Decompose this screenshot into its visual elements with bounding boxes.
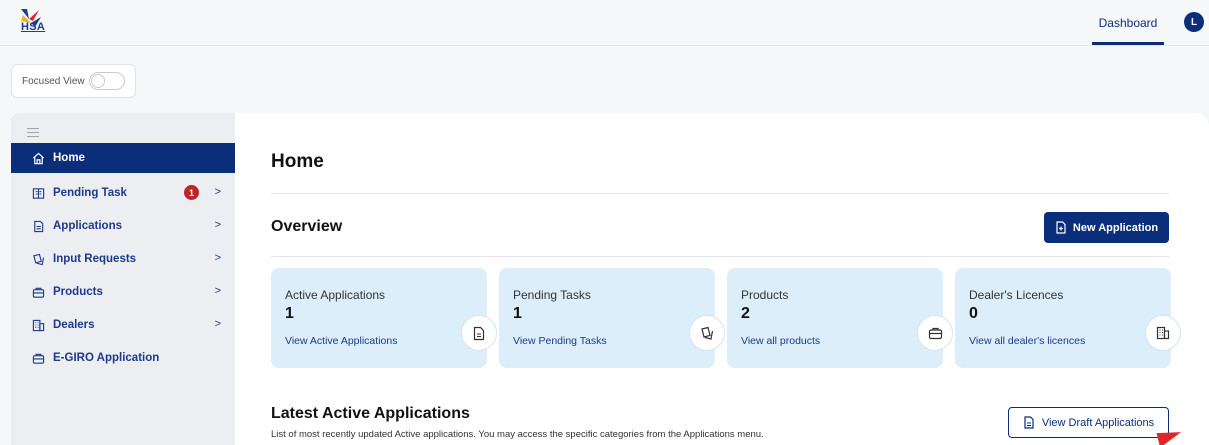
main-content: Home Overview New Application Active App… — [235, 113, 1209, 445]
product-icon — [31, 351, 45, 365]
sidebar-item-home[interactable]: Home — [11, 143, 235, 173]
latest-active-applications-subtitle: List of most recently updated Active app… — [271, 429, 764, 440]
document-icon — [1024, 416, 1034, 429]
toggle-knob — [90, 74, 105, 88]
view-all-dealers-licences-link[interactable]: View all dealer's licences — [969, 335, 1085, 347]
card-label: Products — [741, 288, 789, 302]
sidebar-item-label: Home — [53, 152, 85, 164]
title-divider — [271, 193, 1169, 194]
building-icon — [1145, 315, 1181, 351]
view-active-applications-link[interactable]: View Active Applications — [285, 335, 397, 347]
sidebar-item-applications[interactable]: Applications > — [11, 211, 235, 241]
card-value: 2 — [741, 305, 750, 322]
card-value: 1 — [285, 305, 294, 322]
sidebar-item-label: Input Requests — [53, 253, 137, 265]
card-products: Products 2 View all products — [727, 268, 953, 368]
sidebar-item-input-requests[interactable]: Input Requests > — [11, 244, 235, 274]
card-label: Pending Tasks — [513, 288, 591, 302]
new-application-button[interactable]: New Application — [1044, 212, 1169, 243]
new-document-icon — [1056, 221, 1066, 234]
avatar[interactable]: L — [1184, 12, 1204, 32]
chevron-right-icon[interactable]: > — [215, 186, 221, 198]
card-pending-tasks: Pending Tasks 1 View Pending Tasks — [499, 268, 725, 368]
view-all-products-link[interactable]: View all products — [741, 335, 820, 347]
top-bar: HSA Dashboard L — [0, 0, 1209, 46]
overview-title: Overview — [271, 218, 343, 235]
chevron-right-icon[interactable]: > — [215, 318, 221, 330]
chevron-right-icon[interactable]: > — [215, 285, 221, 297]
card-dealers-licences: Dealer's Licences 0 View all dealer's li… — [955, 268, 1181, 368]
sidebar-item-label: Applications — [53, 220, 123, 232]
sidebar-item-egiro-application[interactable]: E-GIRO Application — [11, 343, 235, 373]
logo-text[interactable]: HSA — [21, 21, 45, 33]
latest-active-applications-title: Latest Active Applications — [271, 405, 470, 422]
sidebar-item-pending-task[interactable]: Pending Task 1 > — [11, 178, 235, 208]
sidebar-item-label: Pending Task — [53, 187, 127, 199]
view-draft-applications-button[interactable]: View Draft Applications — [1008, 407, 1169, 438]
page-title: Home — [271, 151, 324, 172]
hamburger-menu-icon[interactable] — [27, 127, 39, 137]
document-icon — [461, 315, 497, 351]
nav-active-indicator — [1092, 42, 1164, 45]
pending-count-badge: 1 — [184, 185, 199, 200]
building-icon — [31, 318, 45, 332]
overview-divider — [271, 256, 1169, 257]
sidebar-item-label: Products — [53, 286, 103, 298]
new-application-label: New Application — [1072, 221, 1159, 234]
tasks-icon — [31, 186, 45, 200]
sidebar-item-products[interactable]: Products > — [11, 277, 235, 307]
document-icon — [31, 219, 45, 233]
product-icon — [917, 315, 953, 351]
card-label: Active Applications — [285, 288, 386, 302]
view-pending-tasks-link[interactable]: View Pending Tasks — [513, 335, 607, 347]
view-draft-applications-label: View Draft Applications — [1041, 416, 1155, 429]
request-icon — [31, 252, 45, 266]
product-icon — [31, 285, 45, 299]
focused-view-label: Focused View — [22, 75, 85, 87]
sidebar-item-label: E-GIRO Application — [53, 352, 160, 364]
chevron-right-icon[interactable]: > — [215, 252, 221, 264]
card-value: 0 — [969, 305, 978, 322]
card-active-applications: Active Applications 1 View Active Applic… — [271, 268, 497, 368]
focused-view-card: Focused View — [11, 64, 136, 98]
nav-dashboard[interactable]: Dashboard — [1092, 0, 1164, 46]
card-value: 1 — [513, 305, 522, 322]
card-label: Dealer's Licences — [969, 288, 1064, 302]
sidebar-item-label: Dealers — [53, 319, 95, 331]
focused-view-toggle[interactable] — [88, 72, 125, 90]
sidebar: Home Pending Task 1 > Applications > Inp… — [11, 113, 235, 445]
chevron-right-icon[interactable]: > — [215, 219, 221, 231]
home-icon — [31, 151, 45, 165]
sidebar-item-dealers[interactable]: Dealers > — [11, 310, 235, 340]
request-icon — [689, 315, 725, 351]
